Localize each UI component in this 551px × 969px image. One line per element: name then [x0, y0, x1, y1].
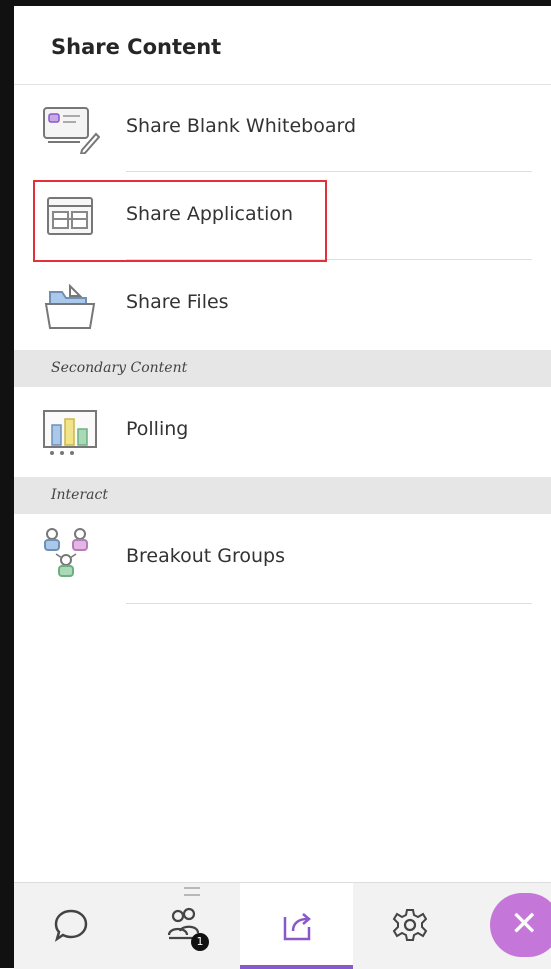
settings-gear-icon	[392, 909, 427, 941]
bottom-tab-bar: 1	[14, 882, 551, 969]
attendee-count-badge: 1	[191, 933, 209, 951]
breakout-groups-item[interactable]: Breakout Groups	[14, 514, 551, 602]
share-files-label: Share Files	[126, 291, 229, 313]
item-divider	[126, 603, 532, 604]
chat-icon	[54, 909, 87, 942]
share-files-item[interactable]: Share Files	[14, 260, 551, 348]
tab-attendees[interactable]: 1	[127, 883, 240, 969]
page-title: Share Content	[51, 35, 222, 59]
whiteboard-icon	[43, 107, 100, 154]
selection-highlight-box	[33, 180, 327, 262]
panel-header: Share Content	[14, 6, 551, 85]
section-label: Interact	[51, 487, 108, 503]
close-icon: ✕	[510, 904, 539, 944]
polling-label: Polling	[126, 418, 189, 440]
share-content-panel: Share Content Share Blank Whiteboard Sha…	[0, 0, 551, 969]
close-panel-button[interactable]: ✕	[490, 893, 551, 957]
panel-left-border	[0, 0, 14, 968]
share-blank-whiteboard-item[interactable]: Share Blank Whiteboard	[14, 84, 551, 172]
tab-chat[interactable]	[14, 883, 127, 969]
breakout-groups-label: Breakout Groups	[126, 545, 285, 567]
tab-settings[interactable]	[353, 883, 466, 969]
share-blank-whiteboard-label: Share Blank Whiteboard	[126, 115, 357, 137]
files-folder-icon	[44, 283, 96, 329]
breakout-groups-icon	[44, 528, 88, 577]
tab-share-content[interactable]	[240, 883, 353, 969]
section-header-secondary-content: Secondary Content	[14, 350, 551, 387]
share-content-icon	[283, 913, 311, 941]
polling-chart-icon	[43, 410, 97, 455]
section-label: Secondary Content	[51, 360, 188, 376]
polling-item[interactable]: Polling	[14, 387, 551, 475]
section-header-interact: Interact	[14, 477, 551, 514]
